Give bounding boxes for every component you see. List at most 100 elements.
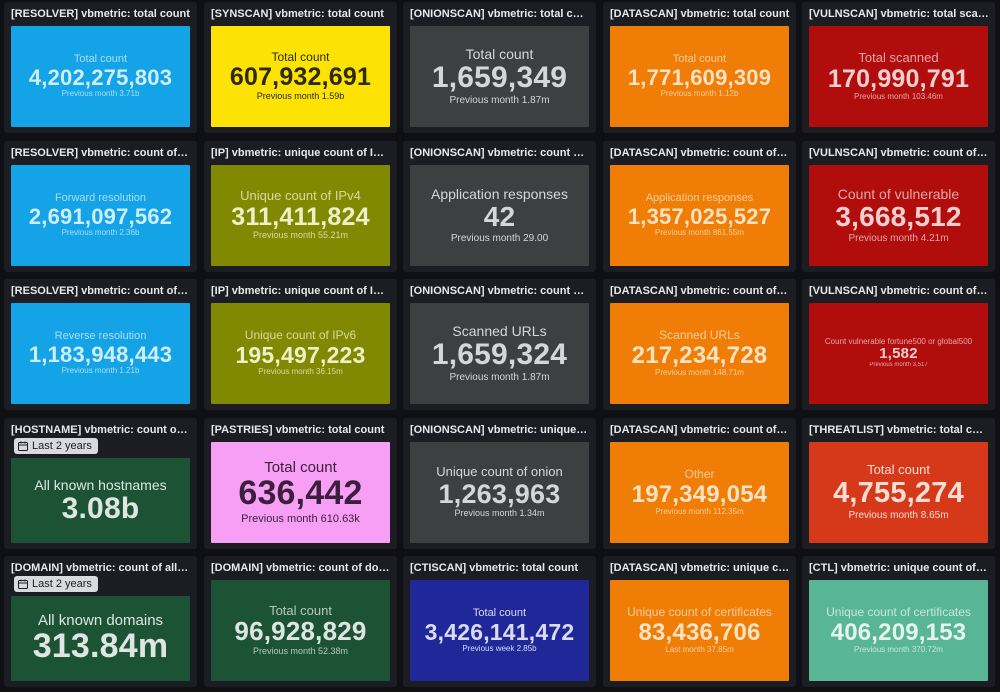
stat-panel[interactable]: [DATASCAN] vbmetric: count of other Other… — [603, 418, 796, 549]
panel-title[interactable]: [SYNSCAN] vbmetric: total count — [211, 7, 391, 21]
calendar-icon — [18, 579, 28, 589]
stat-panel[interactable]: [DATASCAN] vbmetric: count of scanned UR… — [603, 279, 796, 410]
stat-panel[interactable]: [CTL] vbmetric: unique count of certific… — [802, 556, 995, 687]
stat-comparison: Previous month 52.38m — [252, 645, 349, 656]
stat-value-box: Total count 4,755,274 Previous month 8.65m — [809, 442, 988, 543]
stat-label: Unique count of certificates — [826, 604, 971, 619]
stat-label: Application responses — [431, 186, 568, 203]
panel-title[interactable]: [ONIONSCAN] vbmetric: count of scanned U… — [410, 284, 590, 298]
time-range-badge[interactable]: Last 2 years — [14, 576, 98, 592]
panel-title[interactable]: [IP] vbmetric: unique count of IPv4 — [211, 146, 391, 160]
stat-panel[interactable]: [DOMAIN] vbmetric: count of all known do… — [4, 556, 197, 687]
stat-comparison: Previous month 2.36b — [61, 228, 140, 238]
time-range-badge[interactable]: Last 2 years — [14, 438, 98, 454]
stat-value: 607,932,691 — [229, 63, 372, 92]
stat-label: Total count — [269, 602, 332, 618]
stat-value: 1,659,324 — [431, 338, 568, 372]
stat-label: Total count — [271, 49, 330, 64]
stat-label: Total count — [672, 53, 727, 66]
stat-panel[interactable]: [ONIONSCAN] vbmetric: total count Total c… — [403, 2, 596, 133]
stat-panel[interactable]: [HOSTNAME] vbmetric: count of all known … — [4, 418, 197, 549]
stat-panel[interactable]: [PASTRIES] vbmetric: total count Total co… — [204, 418, 397, 549]
stat-label: Unique count of IPv4 — [240, 188, 361, 204]
stat-panel[interactable]: [VULNSCAN] vbmetric: total scanned Total … — [802, 2, 995, 133]
stat-panel[interactable]: [ONIONSCAN] vbmetric: count of applicati… — [403, 141, 596, 272]
panel-title[interactable]: [VULNSCAN] vbmetric: count of vulnerable… — [809, 284, 989, 298]
stat-value-box: Total count 607,932,691 Previous month 1.5… — [211, 26, 390, 127]
panel-title[interactable]: [THREATLIST] vbmetric: total count — [809, 423, 989, 437]
stat-comparison: Previous month 55.21m — [252, 230, 349, 241]
stat-panel[interactable]: [DATASCAN] vbmetric: unique count of cer… — [603, 556, 796, 687]
panel-title[interactable]: [RESOLVER] vbmetric: total count — [11, 7, 191, 21]
stat-panel[interactable]: [THREATLIST] vbmetric: total count Total … — [802, 418, 995, 549]
stat-label: Other — [684, 466, 715, 481]
stat-panel[interactable]: [DATASCAN] vbmetric: total count Total co… — [603, 2, 796, 133]
panel-title[interactable]: [HOSTNAME] vbmetric: count of all known … — [11, 423, 191, 437]
stat-value: 4,755,274 — [833, 477, 964, 510]
stat-panel[interactable]: [IP] vbmetric: unique count of IPv6 Uniqu… — [204, 279, 397, 410]
stat-value-box: Forward resolution 2,691,097,562 Previous … — [11, 165, 190, 266]
stat-comparison: Previous month 1.34m — [454, 508, 545, 519]
stat-panel[interactable]: [CTISCAN] vbmetric: total count Total cou… — [403, 556, 596, 687]
panel-title[interactable]: [DOMAIN] vbmetric: count of all known do… — [11, 561, 191, 575]
stat-comparison: Previous month 1.87m — [449, 371, 550, 383]
panel-title[interactable]: [DOMAIN] vbmetric: count of domains — [211, 561, 391, 575]
stat-comparison: Previous month 1.59b — [256, 90, 345, 101]
stat-panel[interactable]: [DOMAIN] vbmetric: count of domains Total… — [204, 556, 397, 687]
panel-title[interactable]: [IP] vbmetric: unique count of IPv6 — [211, 284, 391, 298]
stat-label: Total scanned — [858, 49, 939, 65]
stat-panel[interactable]: [DATASCAN] vbmetric: count of applicatio… — [603, 141, 796, 272]
panel-title[interactable]: [DATASCAN] vbmetric: count of other — [610, 423, 790, 437]
stat-value-box: Count of vulnerable 3,668,512 Previous mon… — [809, 165, 988, 266]
stat-label: Application responses — [645, 192, 754, 205]
stat-comparison: Previous month 610.63k — [241, 512, 360, 525]
panel-title[interactable]: [CTISCAN] vbmetric: total count — [410, 561, 590, 575]
stat-label: Unique count of IPv6 — [244, 328, 357, 343]
stat-value-box: All known hostnames 3.08b — [11, 458, 190, 543]
panel-title[interactable]: [DATASCAN] vbmetric: total count — [610, 7, 790, 21]
panel-title[interactable]: [RESOLVER] vbmetric: count of reverse re… — [11, 284, 191, 298]
stat-panel[interactable]: [RESOLVER] vbmetric: count of forward re… — [4, 141, 197, 272]
panel-title[interactable]: [ONIONSCAN] vbmetric: unique count of on… — [410, 423, 590, 437]
panel-title[interactable]: [CTL] vbmetric: unique count of certific… — [809, 561, 989, 575]
stat-comparison: Last month 37.85m — [665, 644, 734, 654]
stat-comparison: Previous month 148.71m — [655, 367, 744, 377]
panel-title[interactable]: [DATASCAN] vbmetric: unique count of cer… — [610, 561, 790, 575]
stat-panel[interactable]: [RESOLVER] vbmetric: total count Total co… — [4, 2, 197, 133]
panel-title[interactable]: [DATASCAN] vbmetric: count of scanned UR… — [610, 284, 790, 298]
panel-title[interactable]: [PASTRIES] vbmetric: total count — [211, 423, 391, 437]
stat-comparison: Previous month 1.12b — [660, 89, 739, 99]
panel-title[interactable]: [DATASCAN] vbmetric: count of applicatio… — [610, 146, 790, 160]
stat-panel[interactable]: [VULNSCAN] vbmetric: count of vulnerable… — [802, 279, 995, 410]
stat-value: 3.08b — [61, 491, 140, 525]
stat-label: Reverse resolution — [54, 330, 147, 343]
stat-label: Count of vulnerable — [837, 186, 960, 203]
stat-value: 1,659,349 — [431, 61, 568, 95]
stat-comparison: Previous month 3,517 — [869, 362, 928, 369]
panel-title[interactable]: [VULNSCAN] vbmetric: count of vulnerable — [809, 146, 989, 160]
stat-panel[interactable]: [ONIONSCAN] vbmetric: unique count of on… — [403, 418, 596, 549]
stat-value-box: Application responses 1,357,025,527 Previo… — [610, 165, 789, 266]
stat-value: 1,582 — [879, 345, 918, 363]
stat-value-box: Other 197,349,054 Previous month 112.35m — [610, 442, 789, 543]
stat-value: 3,426,141,472 — [424, 618, 575, 645]
stat-value-box: Unique count of certificates 406,209,153 P… — [809, 580, 988, 681]
stat-comparison: Previous month 36.15m — [258, 367, 343, 377]
stat-panel[interactable]: [RESOLVER] vbmetric: count of reverse re… — [4, 279, 197, 410]
stat-panel[interactable]: [IP] vbmetric: unique count of IPv4 Uniqu… — [204, 141, 397, 272]
stat-comparison: Previous month 861.55m — [655, 228, 744, 238]
stat-value: 170,990,791 — [827, 64, 970, 93]
stat-value-box: Total count 1,771,609,309 Previous month 1… — [610, 26, 789, 127]
stat-panel[interactable]: [SYNSCAN] vbmetric: total count Total cou… — [204, 2, 397, 133]
panel-title[interactable]: [ONIONSCAN] vbmetric: count of applicati… — [410, 146, 590, 160]
stat-panel[interactable]: [VULNSCAN] vbmetric: count of vulnerable… — [802, 141, 995, 272]
panel-title[interactable]: [RESOLVER] vbmetric: count of forward re… — [11, 146, 191, 160]
panel-title[interactable]: [ONIONSCAN] vbmetric: total count — [410, 7, 590, 21]
stat-value: 313.84m — [32, 627, 169, 666]
stat-comparison: Previous month 112.35m — [655, 506, 744, 516]
panel-title[interactable]: [VULNSCAN] vbmetric: total scanned — [809, 7, 989, 21]
stat-value-box: Reverse resolution 1,183,948,443 Previous … — [11, 303, 190, 404]
stat-value: 1,263,963 — [438, 478, 561, 509]
stat-comparison: Previous month 1.87m — [449, 94, 550, 106]
stat-panel[interactable]: [ONIONSCAN] vbmetric: count of scanned U… — [403, 279, 596, 410]
